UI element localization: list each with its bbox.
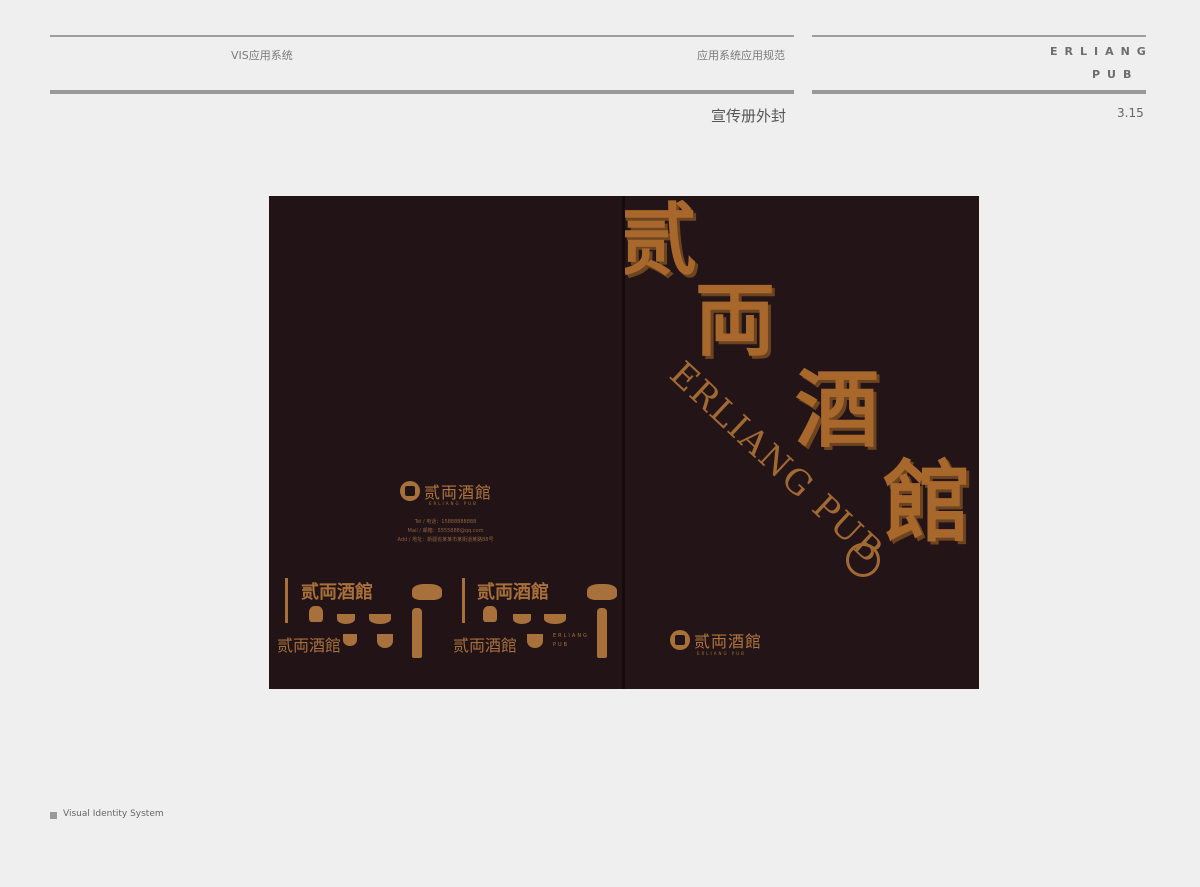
front-logo-emblem-icon [670, 630, 690, 650]
header-center-label: 应用系统应用规范 [697, 49, 785, 62]
front-cover-logo: 贰両酒館 [670, 628, 762, 652]
pattern-bar-icon [285, 578, 288, 623]
pattern-vertical-english: ERLIANG PUB [553, 633, 589, 648]
header-left-label: VIS应用系统 [231, 49, 293, 62]
jar-icon [309, 606, 323, 622]
brand-line-1: ERLIANG [1050, 45, 1153, 58]
calligraphy-char-2: 両 [695, 273, 775, 367]
contact-mail: Mail / 邮箱：5555888@qq.com [407, 528, 484, 534]
brochure-back-cover: 贰両酒館 ERLIANG PUB Tel / 电话：15888888888 Ma… [269, 196, 622, 689]
goblet-icon-2 [527, 634, 543, 648]
bowl-icon-2 [544, 614, 566, 624]
header-bottom-rule-left [50, 90, 794, 94]
teapot-icon-2 [587, 584, 617, 600]
teapot-icon [412, 584, 442, 600]
contact-info: Tel / 电话：15888888888 Mail / 邮箱：5555888@q… [269, 518, 622, 545]
section-title: 宣传册外封 [711, 107, 787, 125]
cup-icon [337, 614, 355, 624]
bowl-icon [369, 614, 391, 624]
header-top-rule-right [812, 35, 1146, 37]
pattern-bar-icon-2 [462, 578, 465, 623]
cup-icon-2 [513, 614, 531, 624]
jar-icon-2 [483, 606, 497, 622]
cup-small-icon [343, 634, 357, 646]
brochure-spread: 贰両酒館 ERLIANG PUB Tel / 电话：15888888888 Ma… [269, 196, 979, 689]
contact-tel: Tel / 电话：15888888888 [414, 519, 477, 525]
pattern-logo-chinese-2: 贰両酒館 [277, 636, 342, 655]
pattern-band: 贰両酒館 贰両酒館 贰両酒館 贰両酒館 ERLIANG PUB [269, 574, 622, 664]
front-logo-english: ERLIANG PUB [697, 651, 746, 656]
back-cover-logo: 贰両酒館 [400, 479, 492, 503]
bottle-icon [412, 608, 422, 658]
contact-address: Add / 地址：新疆省某某市某街道某路88号 [397, 537, 494, 543]
bottle-icon-2 [597, 608, 607, 658]
header-top-rule-left [50, 35, 794, 37]
brand-line-2: PUB [1092, 68, 1139, 81]
footer-label: Visual Identity System [63, 809, 164, 819]
page-number: 3.15 [1117, 106, 1144, 120]
front-emblem-icon [846, 543, 880, 577]
pattern-logo-chinese-1: 贰両酒館 [301, 582, 373, 603]
back-logo-english: ERLIANG PUB [429, 501, 478, 506]
calligraphy-char-4: 館 [883, 450, 972, 554]
logo-emblem-icon [400, 481, 420, 501]
calligraphy-char-1: 贰 [625, 196, 698, 286]
brochure-front-cover: 贰 両 酒 館 ERLIANG PUB 贰両酒館 ERLIANG PUB [625, 196, 979, 689]
pattern-logo-chinese-3: 贰両酒館 [477, 582, 549, 603]
goblet-icon [377, 634, 393, 648]
header-bottom-rule-right [812, 90, 1146, 94]
footer-square-icon [50, 812, 57, 819]
pattern-logo-chinese-4: 贰両酒館 [453, 636, 518, 655]
calligraphy-char-3: 酒 [795, 360, 880, 459]
front-logo-chinese: 贰両酒館 [694, 632, 763, 651]
back-logo-chinese: 贰両酒館 [424, 483, 493, 502]
